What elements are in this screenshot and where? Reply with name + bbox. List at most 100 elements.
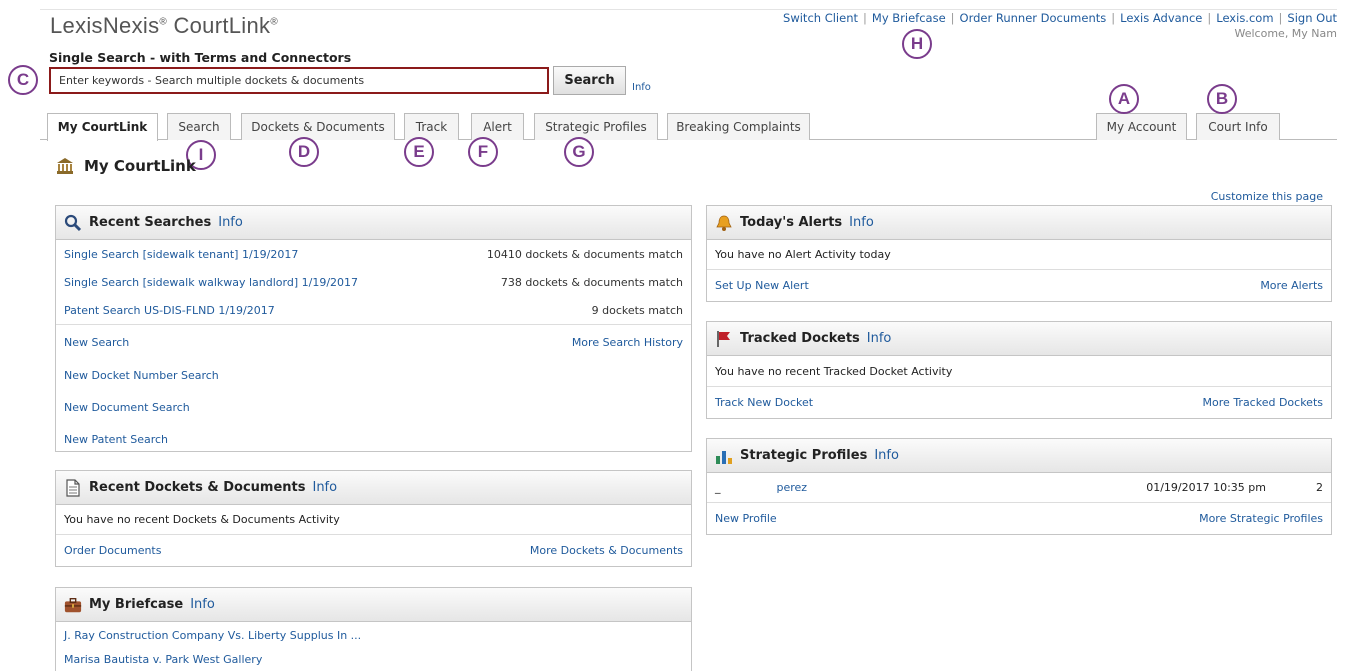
strategic-profiles-info-link[interactable]: Info xyxy=(874,448,899,463)
alerts-actions-row: Set Up New Alert More Alerts xyxy=(707,270,1331,301)
set-up-new-alert-link[interactable]: Set Up New Alert xyxy=(715,279,809,292)
page-title: My CourtLink xyxy=(56,157,196,175)
more-alerts-link[interactable]: More Alerts xyxy=(1260,279,1323,292)
profile-marker: _ xyxy=(715,481,721,494)
profile-date: 01/19/2017 10:35 pm xyxy=(1146,481,1266,494)
new-document-search-link[interactable]: New Document Search xyxy=(64,401,190,414)
tab-track[interactable]: Track xyxy=(404,113,459,140)
recent-searches-info-link[interactable]: Info xyxy=(218,215,243,230)
switch-client-link[interactable]: Switch Client xyxy=(783,11,858,25)
marker-h: H xyxy=(902,29,932,59)
tab-dockets-documents[interactable]: Dockets & Documents xyxy=(241,113,395,140)
bell-icon xyxy=(716,215,732,231)
profile-name-link[interactable]: perez xyxy=(777,481,808,494)
document-icon xyxy=(66,478,80,497)
logo: LexisNexis® CourtLink® xyxy=(50,13,278,38)
briefcase-panel: My Briefcase Info J. Ray Construction Co… xyxy=(55,587,692,671)
briefcase-item-link[interactable]: J. Ray Construction Company Vs. Liberty … xyxy=(64,629,361,642)
track-new-docket-link[interactable]: Track New Docket xyxy=(715,396,813,409)
tab-my-account[interactable]: My Account xyxy=(1096,113,1187,140)
recent-searches-header: Recent Searches Info xyxy=(56,206,691,240)
empty-message: You have no Alert Activity today xyxy=(707,240,1331,270)
recent-dockets-header: Recent Dockets & Documents Info xyxy=(56,471,691,505)
more-tracked-dockets-link[interactable]: More Tracked Dockets xyxy=(1203,396,1323,409)
recent-dockets-info-link[interactable]: Info xyxy=(312,480,337,495)
alerts-info-link[interactable]: Info xyxy=(849,215,874,230)
courthouse-icon xyxy=(57,158,73,174)
new-patent-search-link[interactable]: New Patent Search xyxy=(64,433,168,446)
recent-search-link[interactable]: Single Search [sidewalk walkway landlord… xyxy=(64,276,358,289)
briefcase-header: My Briefcase Info xyxy=(56,588,691,622)
list-item: New Document Search xyxy=(56,391,691,423)
tracked-dockets-panel: Tracked Dockets Info You have no recent … xyxy=(706,321,1332,419)
customize-page-link[interactable]: Customize this page xyxy=(1211,190,1323,203)
search-heading: Single Search - with Terms and Connector… xyxy=(49,50,352,65)
tab-search[interactable]: Search xyxy=(167,113,231,140)
recent-search-link[interactable]: Single Search [sidewalk tenant] 1/19/201… xyxy=(64,248,298,261)
tab-court-info[interactable]: Court Info xyxy=(1196,113,1280,140)
search-button[interactable]: Search xyxy=(553,66,626,95)
new-search-link[interactable]: New Search xyxy=(64,336,129,349)
my-briefcase-link[interactable]: My Briefcase xyxy=(872,11,946,25)
order-documents-link[interactable]: Order Documents xyxy=(64,544,161,557)
top-divider xyxy=(40,9,1337,10)
tracked-actions-row: Track New Docket More Tracked Dockets xyxy=(707,387,1331,418)
lexis-com-link[interactable]: Lexis.com xyxy=(1216,11,1273,25)
match-count: 738 dockets & documents match xyxy=(500,276,683,289)
order-runner-link[interactable]: Order Runner Documents xyxy=(960,11,1107,25)
marker-b: B xyxy=(1207,84,1237,114)
search-actions-row: New Search More Search History xyxy=(56,325,691,359)
lexis-advance-link[interactable]: Lexis Advance xyxy=(1120,11,1202,25)
table-row: _ perez 01/19/2017 10:35 pm 2 xyxy=(707,473,1331,503)
new-profile-link[interactable]: New Profile xyxy=(715,512,777,525)
match-count: 10410 dockets & documents match xyxy=(486,248,683,261)
recent-dockets-panel: Recent Dockets & Documents Info You have… xyxy=(55,470,692,567)
marker-a: A xyxy=(1109,84,1139,114)
tab-strategic-profiles[interactable]: Strategic Profiles xyxy=(534,113,658,140)
marker-d: D xyxy=(289,137,319,167)
recent-search-link[interactable]: Patent Search US-DIS-FLND 1/19/2017 xyxy=(64,304,275,317)
list-item: Marisa Bautista v. Park West Gallery xyxy=(56,649,691,669)
tab-breaking-complaints[interactable]: Breaking Complaints xyxy=(667,113,810,140)
list-item: New Patent Search xyxy=(56,423,691,455)
list-item: Single Search [sidewalk walkway landlord… xyxy=(56,269,691,296)
list-item: Patent Search US-DIS-FLND 1/19/2017 9 do… xyxy=(56,296,691,325)
more-strategic-profiles-link[interactable]: More Strategic Profiles xyxy=(1199,512,1323,525)
search-info-link[interactable]: Info xyxy=(632,82,651,93)
new-docket-number-search-link[interactable]: New Docket Number Search xyxy=(64,369,219,382)
tracked-dockets-info-link[interactable]: Info xyxy=(867,331,892,346)
more-dockets-documents-link[interactable]: More Dockets & Documents xyxy=(530,544,683,557)
bar-chart-icon xyxy=(716,450,732,464)
strategic-profiles-header: Strategic Profiles Info xyxy=(707,439,1331,473)
empty-message: You have no recent Tracked Docket Activi… xyxy=(707,356,1331,387)
tab-my-courtlink[interactable]: My CourtLink xyxy=(47,113,158,141)
magnifier-icon xyxy=(64,214,82,231)
list-item: New Docket Number Search xyxy=(56,359,691,391)
alerts-panel: Today's Alerts Info You have no Alert Ac… xyxy=(706,205,1332,302)
empty-message: You have no recent Dockets & Documents A… xyxy=(56,505,691,535)
tracked-dockets-header: Tracked Dockets Info xyxy=(707,322,1331,356)
marker-g: G xyxy=(564,137,594,167)
welcome-text: Welcome, My Nam xyxy=(1234,27,1338,40)
more-search-history-link[interactable]: More Search History xyxy=(572,336,683,349)
profile-count: 2 xyxy=(1316,481,1323,494)
list-item: Single Search [sidewalk tenant] 1/19/201… xyxy=(56,240,691,269)
briefcase-item-link[interactable]: Marisa Bautista v. Park West Gallery xyxy=(64,653,262,666)
strategic-profiles-panel: Strategic Profiles Info _ perez 01/19/20… xyxy=(706,438,1332,535)
tab-alert[interactable]: Alert xyxy=(471,113,524,140)
recent-searches-panel: Recent Searches Info Single Search [side… xyxy=(55,205,692,452)
flag-icon xyxy=(717,330,730,347)
marker-c: C xyxy=(8,65,38,95)
alerts-header: Today's Alerts Info xyxy=(707,206,1331,240)
dockets-actions-row: Order Documents More Dockets & Documents xyxy=(56,535,691,566)
briefcase-icon xyxy=(64,597,82,612)
match-count: 9 dockets match xyxy=(591,303,683,317)
briefcase-info-link[interactable]: Info xyxy=(190,597,215,612)
search-input[interactable]: Enter keywords - Search multiple dockets… xyxy=(49,67,549,94)
sign-out-link[interactable]: Sign Out xyxy=(1287,11,1337,25)
top-nav: Switch Client | My Briefcase | Order Runner … xyxy=(783,11,1337,25)
list-item: J. Ray Construction Company Vs. Liberty … xyxy=(56,622,691,649)
profiles-actions-row: New Profile More Strategic Profiles xyxy=(707,503,1331,534)
marker-f: F xyxy=(468,137,498,167)
marker-e: E xyxy=(404,137,434,167)
